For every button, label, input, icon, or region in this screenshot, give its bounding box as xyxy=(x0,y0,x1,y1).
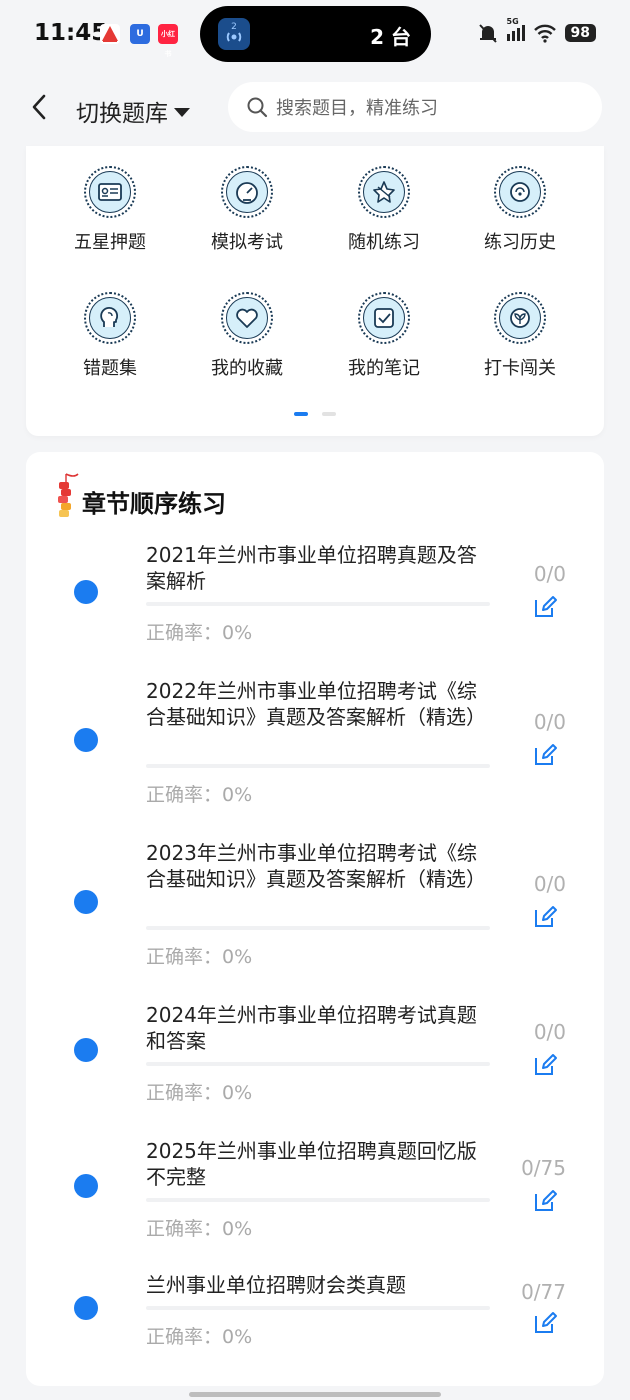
back-arrow-icon[interactable] xyxy=(28,92,52,122)
chapter-title: 2021年兰州市事业单位招聘真题及答案解析 xyxy=(146,543,477,593)
island-icon-badge: 2 xyxy=(231,22,237,32)
progress-bar xyxy=(146,926,490,930)
chapter-practice-card: 章节顺序练习 2021年兰州市事业单位招聘真题及答案解析 正确率：0% 0/0 … xyxy=(26,452,604,1386)
heart-icon xyxy=(226,297,268,339)
status-icons: 5G 98 xyxy=(477,17,596,44)
answered-count: 0/77 xyxy=(521,1280,566,1304)
chapter-title: 2024年兰州市事业单位招聘考试真题和答案 xyxy=(146,1003,477,1053)
accuracy-rate: 正确率：0% xyxy=(146,784,253,806)
page-dot xyxy=(322,412,336,416)
dynamic-island[interactable]: 2 2 台 xyxy=(200,6,431,62)
page-dot-active xyxy=(294,412,308,416)
head-profile-icon xyxy=(89,297,131,339)
battery-indicator: 98 xyxy=(564,24,596,42)
accuracy-rate: 正确率：0% xyxy=(146,1326,253,1348)
xiaohongshu-app-icon: 小红书 xyxy=(158,24,178,58)
shortcut-label: 五星押题 xyxy=(74,232,146,253)
signal-icon: 5G xyxy=(506,17,525,41)
blue-u-app-icon: U xyxy=(130,24,150,44)
search-icon xyxy=(247,97,268,118)
id-card-icon xyxy=(89,171,131,213)
chapter-bullet xyxy=(74,1174,98,1198)
wifi-icon xyxy=(533,24,556,43)
answered-count: 0/0 xyxy=(533,710,566,734)
edit-icon[interactable] xyxy=(532,742,558,768)
shortcut-label: 打卡闯关 xyxy=(484,358,556,379)
answered-count: 0/0 xyxy=(533,872,566,896)
accuracy-rate: 正确率：0% xyxy=(146,1218,253,1240)
shortcut-five-star[interactable]: 五星押题 xyxy=(50,166,170,254)
chapter-bullet xyxy=(74,728,98,752)
caret-down-icon xyxy=(174,108,190,117)
progress-bar xyxy=(146,602,490,606)
top-bar: 切换题库 搜索题目，精准练习 xyxy=(0,70,630,146)
accuracy-rate: 正确率：0% xyxy=(146,622,253,644)
chapter-bullet xyxy=(74,890,98,914)
history-icon xyxy=(499,171,541,213)
shortcut-practice-history[interactable]: 练习历史 xyxy=(460,166,580,254)
section-title: 章节顺序练习 xyxy=(82,490,226,518)
red-triangle-app-icon xyxy=(100,24,120,44)
switch-question-bank-button[interactable]: 切换题库 xyxy=(76,94,190,128)
chapter-bullet xyxy=(74,580,98,604)
shortcut-check-in[interactable]: 打卡闯关 xyxy=(460,292,580,380)
status-time: 11:45 xyxy=(34,20,108,46)
search-bar[interactable]: 搜索题目，精准练习 xyxy=(228,82,602,132)
edit-icon[interactable] xyxy=(532,1310,558,1336)
status-bar: 11:45 U 小红书 2 2 台 5G 98 xyxy=(0,0,630,68)
shortcut-grid: 五星押题 模拟考试 随机练习 练习历史 错题集 我的收藏 我的笔记 打卡闯关 xyxy=(26,146,604,436)
progress-bar xyxy=(146,1306,490,1310)
chapter-bullet xyxy=(74,1038,98,1062)
leaf-badge-icon xyxy=(499,297,541,339)
edit-icon[interactable] xyxy=(532,594,558,620)
shortcut-my-notes[interactable]: 我的笔记 xyxy=(324,292,444,380)
answered-count: 0/0 xyxy=(533,1020,566,1044)
network-label: 5G xyxy=(506,17,519,26)
answered-count: 0/0 xyxy=(533,562,566,586)
chapter-bullet xyxy=(74,1296,98,1320)
gauge-icon xyxy=(226,171,268,213)
shortcut-label: 练习历史 xyxy=(484,232,556,253)
accuracy-rate: 正确率：0% xyxy=(146,946,253,968)
firecracker-icon xyxy=(58,473,79,517)
shortcut-my-favorites[interactable]: 我的收藏 xyxy=(187,292,307,380)
progress-bar xyxy=(146,764,490,768)
edit-icon[interactable] xyxy=(532,1052,558,1078)
shortcut-label: 我的笔记 xyxy=(348,358,420,379)
chapter-title: 兰州事业单位招聘财会类真题 xyxy=(146,1273,406,1297)
page-indicator xyxy=(294,412,336,416)
edit-icon[interactable] xyxy=(532,904,558,930)
shortcut-mock-exam[interactable]: 模拟考试 xyxy=(187,166,307,254)
chapter-title: 2023年兰州市事业单位招聘考试《综合基础知识》真题及答案解析（精选） xyxy=(146,841,486,891)
home-indicator[interactable] xyxy=(189,1392,441,1397)
mute-bell-icon xyxy=(478,24,497,43)
shortcut-label: 我的收藏 xyxy=(211,358,283,379)
broadcast-icon: 2 xyxy=(218,18,250,50)
random-star-icon xyxy=(363,171,405,213)
shortcut-random-practice[interactable]: 随机练习 xyxy=(324,166,444,254)
edit-icon[interactable] xyxy=(532,1188,558,1214)
shortcut-label: 模拟考试 xyxy=(211,232,283,253)
progress-bar xyxy=(146,1198,490,1202)
search-placeholder: 搜索题目，精准练习 xyxy=(276,98,438,119)
switch-question-bank-label: 切换题库 xyxy=(76,101,168,127)
shortcut-wrong-questions[interactable]: 错题集 xyxy=(50,292,170,380)
answered-count: 0/75 xyxy=(521,1156,566,1180)
chapter-title: 2025年兰州事业单位招聘真题回忆版不完整 xyxy=(146,1139,477,1189)
note-check-icon xyxy=(363,297,405,339)
shortcut-label: 随机练习 xyxy=(348,232,420,253)
island-text: 2 台 xyxy=(370,25,411,49)
shortcut-label: 错题集 xyxy=(83,358,137,379)
progress-bar xyxy=(146,1062,490,1066)
accuracy-rate: 正确率：0% xyxy=(146,1082,253,1104)
chapter-title: 2022年兰州市事业单位招聘考试《综合基础知识》真题及答案解析（精选） xyxy=(146,679,486,729)
